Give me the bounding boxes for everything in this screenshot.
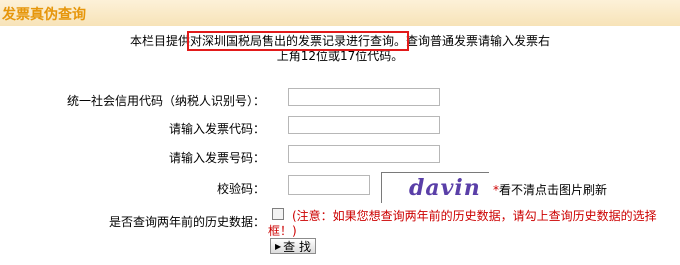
search-button-label: 查 找 <box>283 239 311 254</box>
intro-prefix: 本栏目提供 <box>129 34 190 48</box>
captcha-hint-text: 看不清点击图片刷新 <box>499 183 608 197</box>
captcha-label: 校验码： <box>216 182 265 196</box>
play-icon: ▶ <box>275 241 282 251</box>
invoice-code-input[interactable] <box>288 116 440 134</box>
invoice-number-input[interactable] <box>288 145 440 163</box>
invoice-number-label: 请输入发票号码： <box>168 151 265 165</box>
captcha-hint: *看不清点击图片刷新 <box>493 181 607 198</box>
credit-code-label: 统一社会信用代码（纳税人识别号）： <box>66 94 265 108</box>
credit-code-input[interactable] <box>288 88 440 106</box>
invoice-code-label: 请输入发票代码： <box>168 122 265 136</box>
intro-line2: 上角12位或17位代码。 <box>276 49 404 63</box>
intro-highlight: 对深圳国税局售出的发票记录进行查询。 <box>186 31 410 51</box>
intro-text: 本栏目提供对深圳国税局售出的发票记录进行查询。查询普通发票请输入发票右 上角12… <box>100 31 580 64</box>
captcha-image[interactable]: davin <box>381 172 489 203</box>
captcha-input[interactable] <box>288 175 370 195</box>
history-note: (注意：如果您想查询两年前的历史数据，请勾上查询历史数据的选择框！) <box>268 209 657 238</box>
search-button[interactable]: ▶ 查 找 <box>270 238 316 254</box>
page-title: 发票真伪查询 <box>2 7 86 23</box>
captcha-image-text: davin <box>409 175 481 201</box>
page-header: 发票真伪查询 <box>0 0 680 26</box>
history-label: 是否查询两年前的历史数据： <box>108 215 265 229</box>
intro-suffix: 查询普通发票请输入发票右 <box>406 34 551 48</box>
